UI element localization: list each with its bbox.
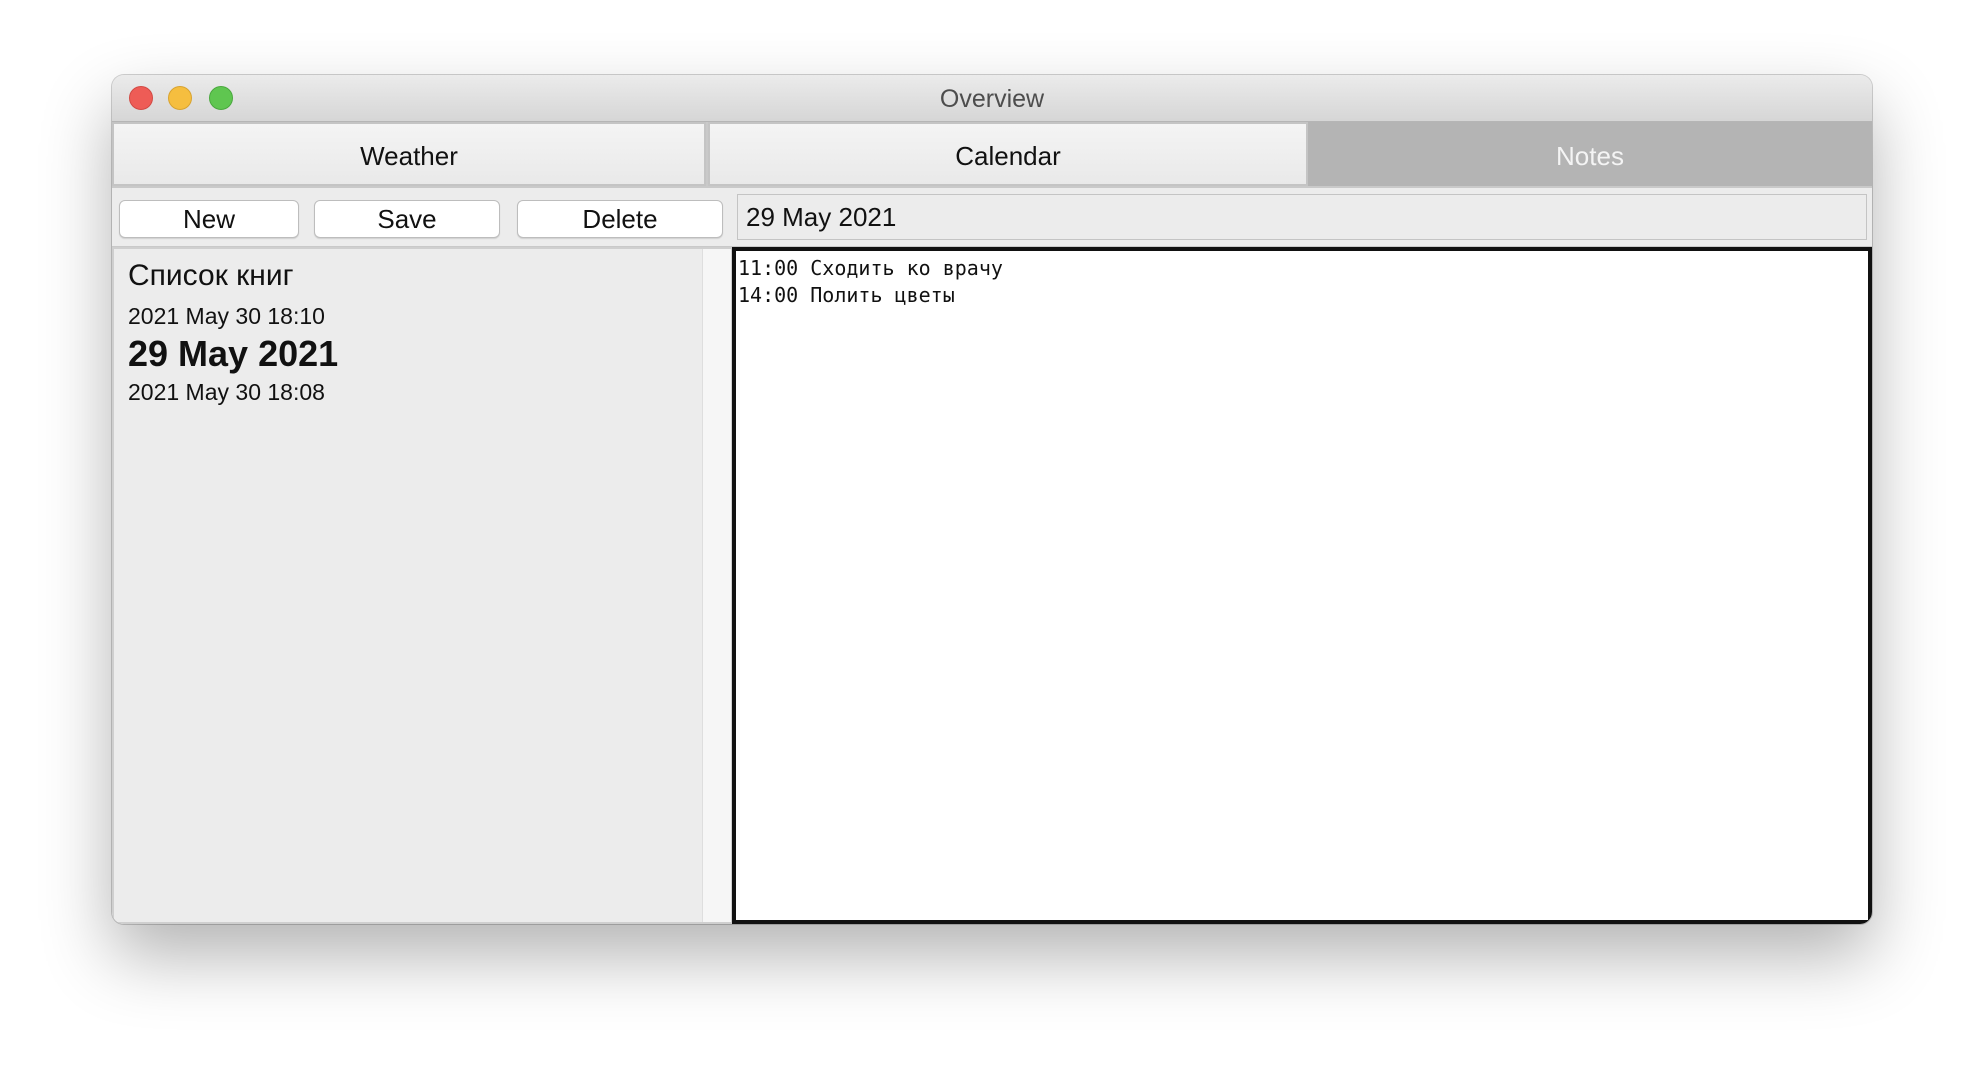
save-note-button[interactable]: Save (314, 200, 500, 238)
title-bar[interactable]: Overview (112, 75, 1872, 122)
tab-bar: Weather Calendar Notes (112, 122, 1872, 188)
notes-toolbar: New Save Delete 29 May 2021 (112, 188, 1872, 248)
notes-list-scrollbar[interactable] (702, 249, 731, 922)
editor-line: 11:00 Сходить ко врачу (738, 256, 1003, 280)
delete-note-button[interactable]: Delete (517, 200, 723, 238)
note-editor[interactable]: 11:00 Сходить ко врачу 14:00 Полить цвет… (732, 247, 1872, 924)
window-title: Overview (939, 85, 1045, 113)
note-item-timestamp: 2021 May 30 18:08 (128, 379, 325, 405)
note-item-title[interactable]: Список книг (128, 259, 294, 293)
tab-notes[interactable]: Notes (1308, 122, 1872, 186)
tab-weather[interactable]: Weather (112, 122, 706, 186)
note-item-title-selected[interactable]: 29 May 2021 (128, 333, 338, 375)
new-note-button[interactable]: New (119, 200, 299, 238)
editor-line: 14:00 Полить цветы (738, 283, 955, 307)
app-window: Overview Weather Calendar Notes New Save… (112, 75, 1872, 924)
notes-list[interactable]: Список книг 2021 May 30 18:10 29 May 202… (112, 247, 732, 924)
tab-calendar[interactable]: Calendar (708, 122, 1308, 186)
note-title-field[interactable]: 29 May 2021 (737, 194, 1867, 240)
note-item-timestamp: 2021 May 30 18:10 (128, 303, 325, 329)
